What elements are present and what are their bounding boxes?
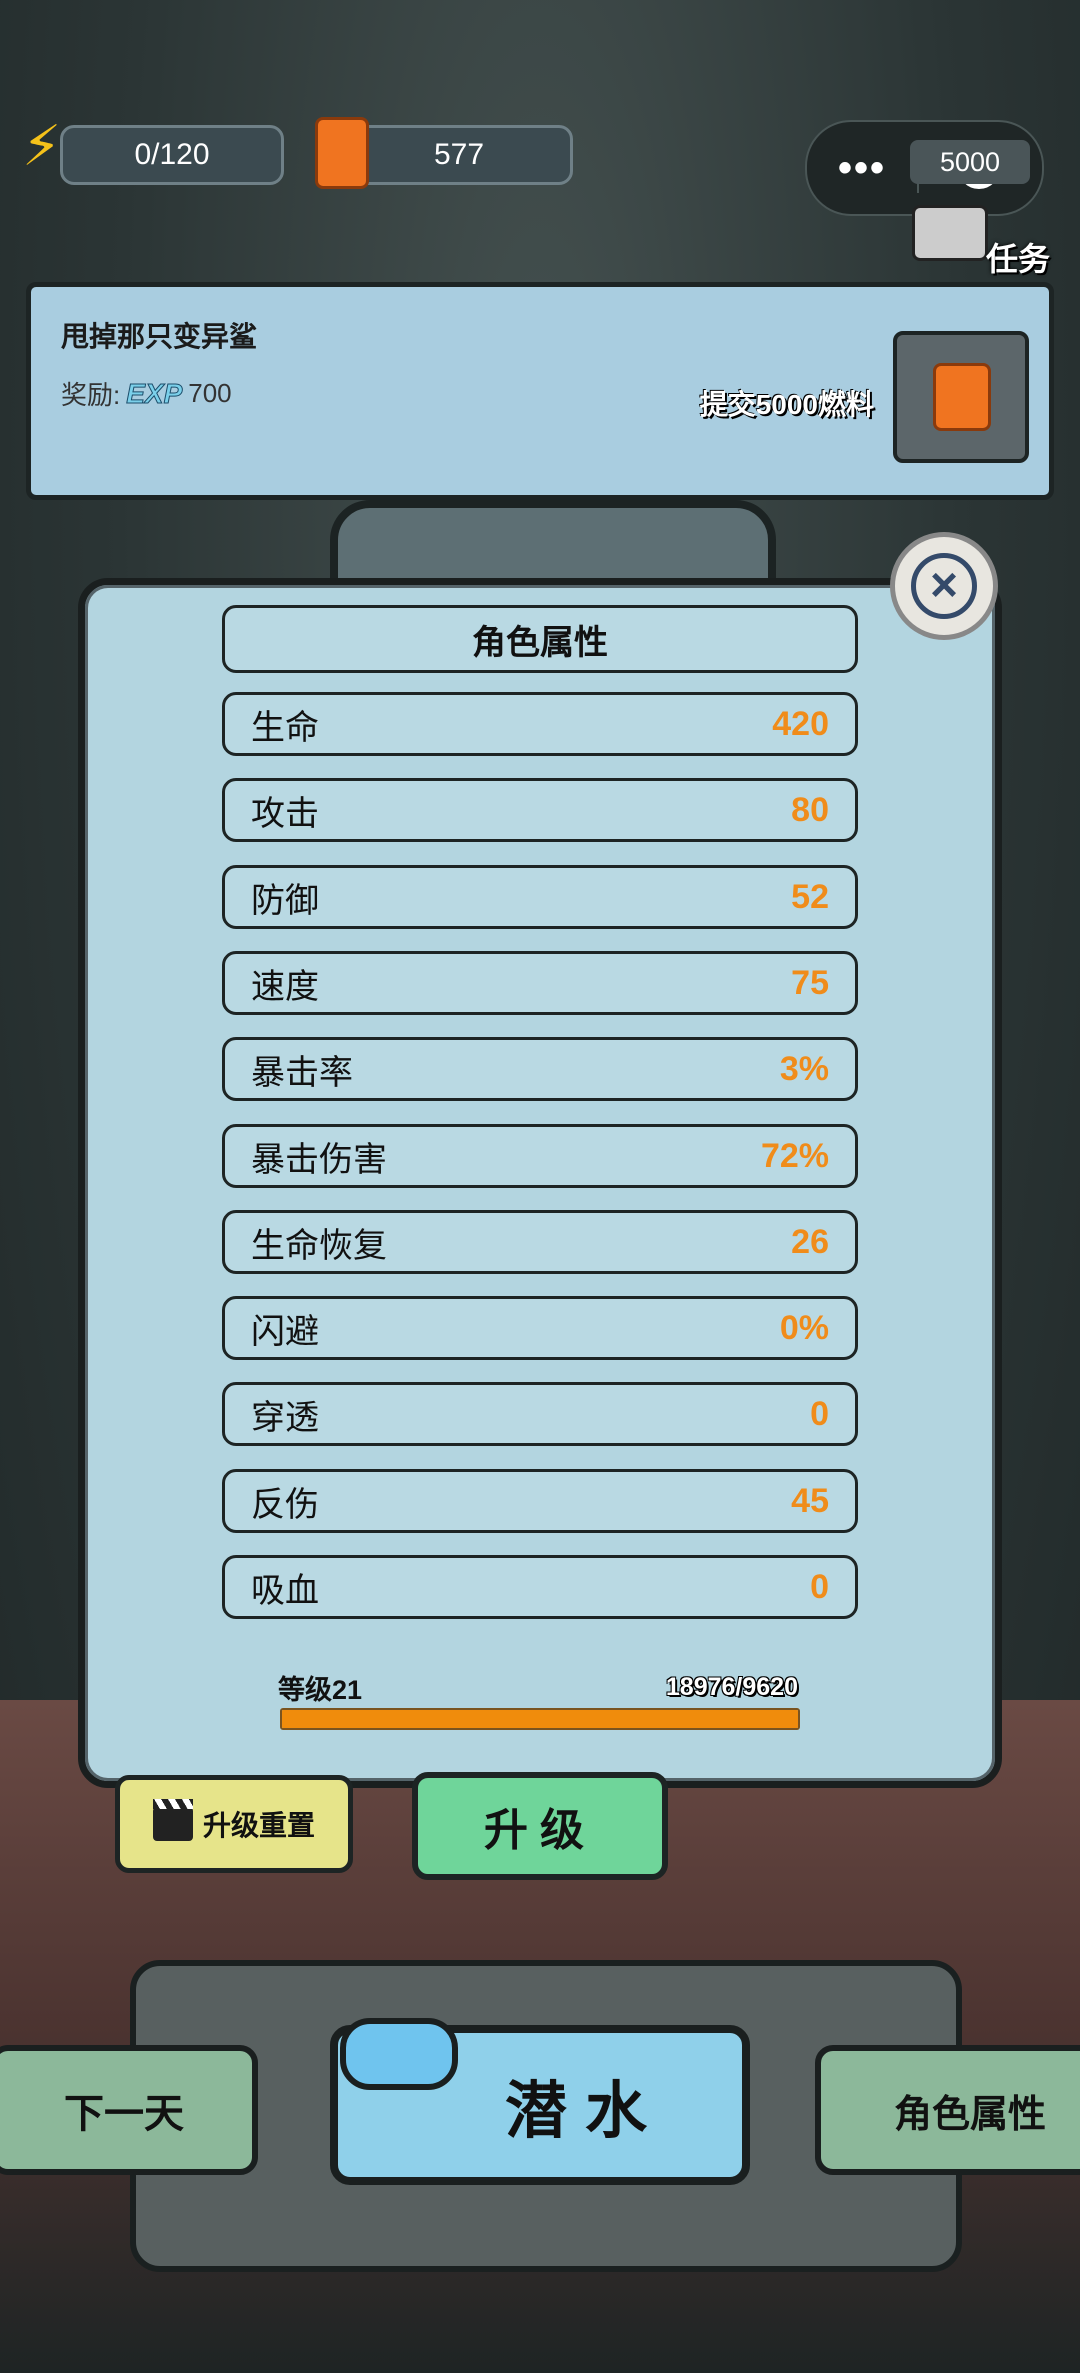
dive-label: 潜水: [504, 2077, 665, 2146]
stat-row: 生命恢复 26: [222, 1210, 858, 1274]
diving-goggles-icon: [340, 1995, 458, 2113]
next-day-label: 下一天: [64, 2092, 184, 2136]
clapperboard-icon: [152, 1799, 193, 1841]
level-progress-bar: [280, 1708, 800, 1730]
stat-value: 80: [791, 790, 829, 829]
stat-row: 生命 420: [222, 692, 858, 756]
stat-value: 3%: [779, 1049, 829, 1088]
level-progress-fill: [282, 1710, 798, 1728]
stat-name: 生命恢复: [251, 1226, 387, 1265]
reward-label: 奖励:: [61, 380, 121, 410]
level-label: 等级21: [278, 1675, 363, 1705]
stat-value: 0: [810, 1394, 829, 1433]
stat-name: 防御: [251, 881, 319, 920]
attributes-label: 角色属性: [893, 2093, 1046, 2136]
stat-name: 穿透: [251, 1398, 319, 1437]
stat-row: 反伤 45: [222, 1469, 858, 1533]
reset-upgrade-button[interactable]: 升级重置: [115, 1775, 353, 1873]
stat-name: 暴击率: [251, 1053, 353, 1092]
reward-value: 700: [188, 378, 232, 408]
quest-title: 甩掉那只变异鲨: [61, 321, 258, 352]
more-menu-button[interactable]: •••: [807, 146, 917, 191]
attributes-button[interactable]: 角色属性: [815, 2045, 1080, 2175]
stat-name: 闪避: [251, 1312, 319, 1351]
stat-value: 72%: [760, 1136, 829, 1175]
stat-name: 反伤: [251, 1485, 319, 1524]
fuel-can-icon: [315, 117, 369, 189]
stat-row: 暴击率 3%: [222, 1037, 858, 1101]
panel-title: 角色属性: [222, 605, 858, 673]
upgrade-label: 升级: [484, 1806, 596, 1855]
close-icon: ×: [911, 553, 977, 619]
stat-row: 攻击 80: [222, 778, 858, 842]
task-button[interactable]: 任务: [910, 200, 1050, 280]
fuel-counter: 577: [345, 125, 573, 185]
close-button[interactable]: ×: [890, 532, 998, 640]
stat-row: 穿透 0: [222, 1382, 858, 1446]
stat-name: 吸血: [251, 1571, 319, 1610]
task-label: 任务: [985, 241, 1050, 277]
stat-row: 速度 75: [222, 951, 858, 1015]
stat-row: 暴击伤害 72%: [222, 1124, 858, 1188]
energy-value: 0/120: [134, 138, 210, 171]
stat-row: 防御 52: [222, 865, 858, 929]
next-day-button[interactable]: 下一天: [0, 2045, 258, 2175]
level-exp: 18976/9620: [665, 1673, 798, 1701]
fuel-value: 577: [433, 138, 485, 171]
stat-name: 速度: [251, 967, 319, 1006]
stat-row: 闪避 0%: [222, 1296, 858, 1360]
stat-name: 暴击伤害: [251, 1140, 387, 1179]
quest-submit-item[interactable]: [893, 331, 1029, 463]
stat-value: 420: [772, 704, 829, 743]
quest-item-count: 5000: [910, 140, 1030, 184]
stat-value: 75: [791, 963, 829, 1002]
quest-banner: 甩掉那只变异鲨 奖励: EXP 700 提交5000燃料: [26, 282, 1054, 500]
upgrade-button[interactable]: 升级: [412, 1772, 668, 1880]
fuel-can-icon: [933, 363, 991, 431]
quest-submit-text: 提交5000燃料: [699, 389, 874, 420]
stat-value: 52: [791, 877, 829, 916]
energy-counter: 0/120: [60, 125, 284, 185]
stat-name: 攻击: [251, 794, 319, 833]
stat-value: 0%: [779, 1308, 829, 1347]
stat-value: 26: [791, 1222, 829, 1261]
lightning-icon: ⚡: [22, 114, 62, 177]
stat-value: 0: [810, 1567, 829, 1606]
reset-upgrade-label: 升级重置: [202, 1810, 315, 1841]
stat-row: 吸血 0: [222, 1555, 858, 1619]
stat-name: 生命: [251, 708, 319, 747]
stat-value: 45: [791, 1481, 829, 1520]
quest-reward: 奖励: EXP 700: [61, 375, 232, 412]
exp-badge: EXP: [126, 377, 183, 409]
